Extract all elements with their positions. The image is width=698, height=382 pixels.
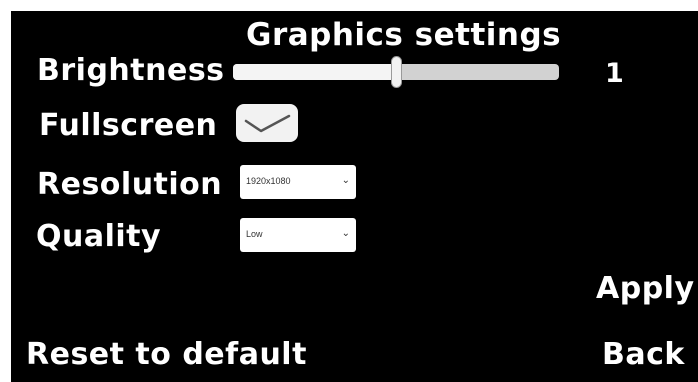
resolution-label: Resolution bbox=[37, 167, 223, 202]
reset-to-default-button[interactable]: Reset to default bbox=[26, 340, 307, 370]
resolution-dropdown[interactable]: 1920x1080 ⌄ bbox=[240, 165, 356, 199]
fullscreen-checkbox[interactable] bbox=[236, 104, 298, 142]
fullscreen-label: Fullscreen bbox=[39, 108, 218, 143]
brightness-slider-handle[interactable] bbox=[390, 56, 402, 88]
brightness-value: 1 bbox=[605, 58, 625, 89]
page-title: Graphics settings bbox=[246, 17, 562, 53]
back-button[interactable]: Back bbox=[602, 340, 685, 370]
brightness-slider-fill bbox=[233, 64, 396, 80]
quality-label: Quality bbox=[36, 219, 162, 254]
chevron-down-icon: ⌄ bbox=[341, 175, 350, 186]
brightness-label: Brightness bbox=[37, 53, 225, 88]
chevron-down-icon: ⌄ bbox=[341, 228, 350, 239]
resolution-selected: 1920x1080 bbox=[246, 176, 291, 186]
quality-dropdown[interactable]: Low ⌄ bbox=[240, 218, 356, 252]
apply-button[interactable]: Apply bbox=[596, 274, 695, 304]
quality-selected: Low bbox=[246, 229, 263, 239]
checkmark-icon bbox=[244, 114, 291, 133]
